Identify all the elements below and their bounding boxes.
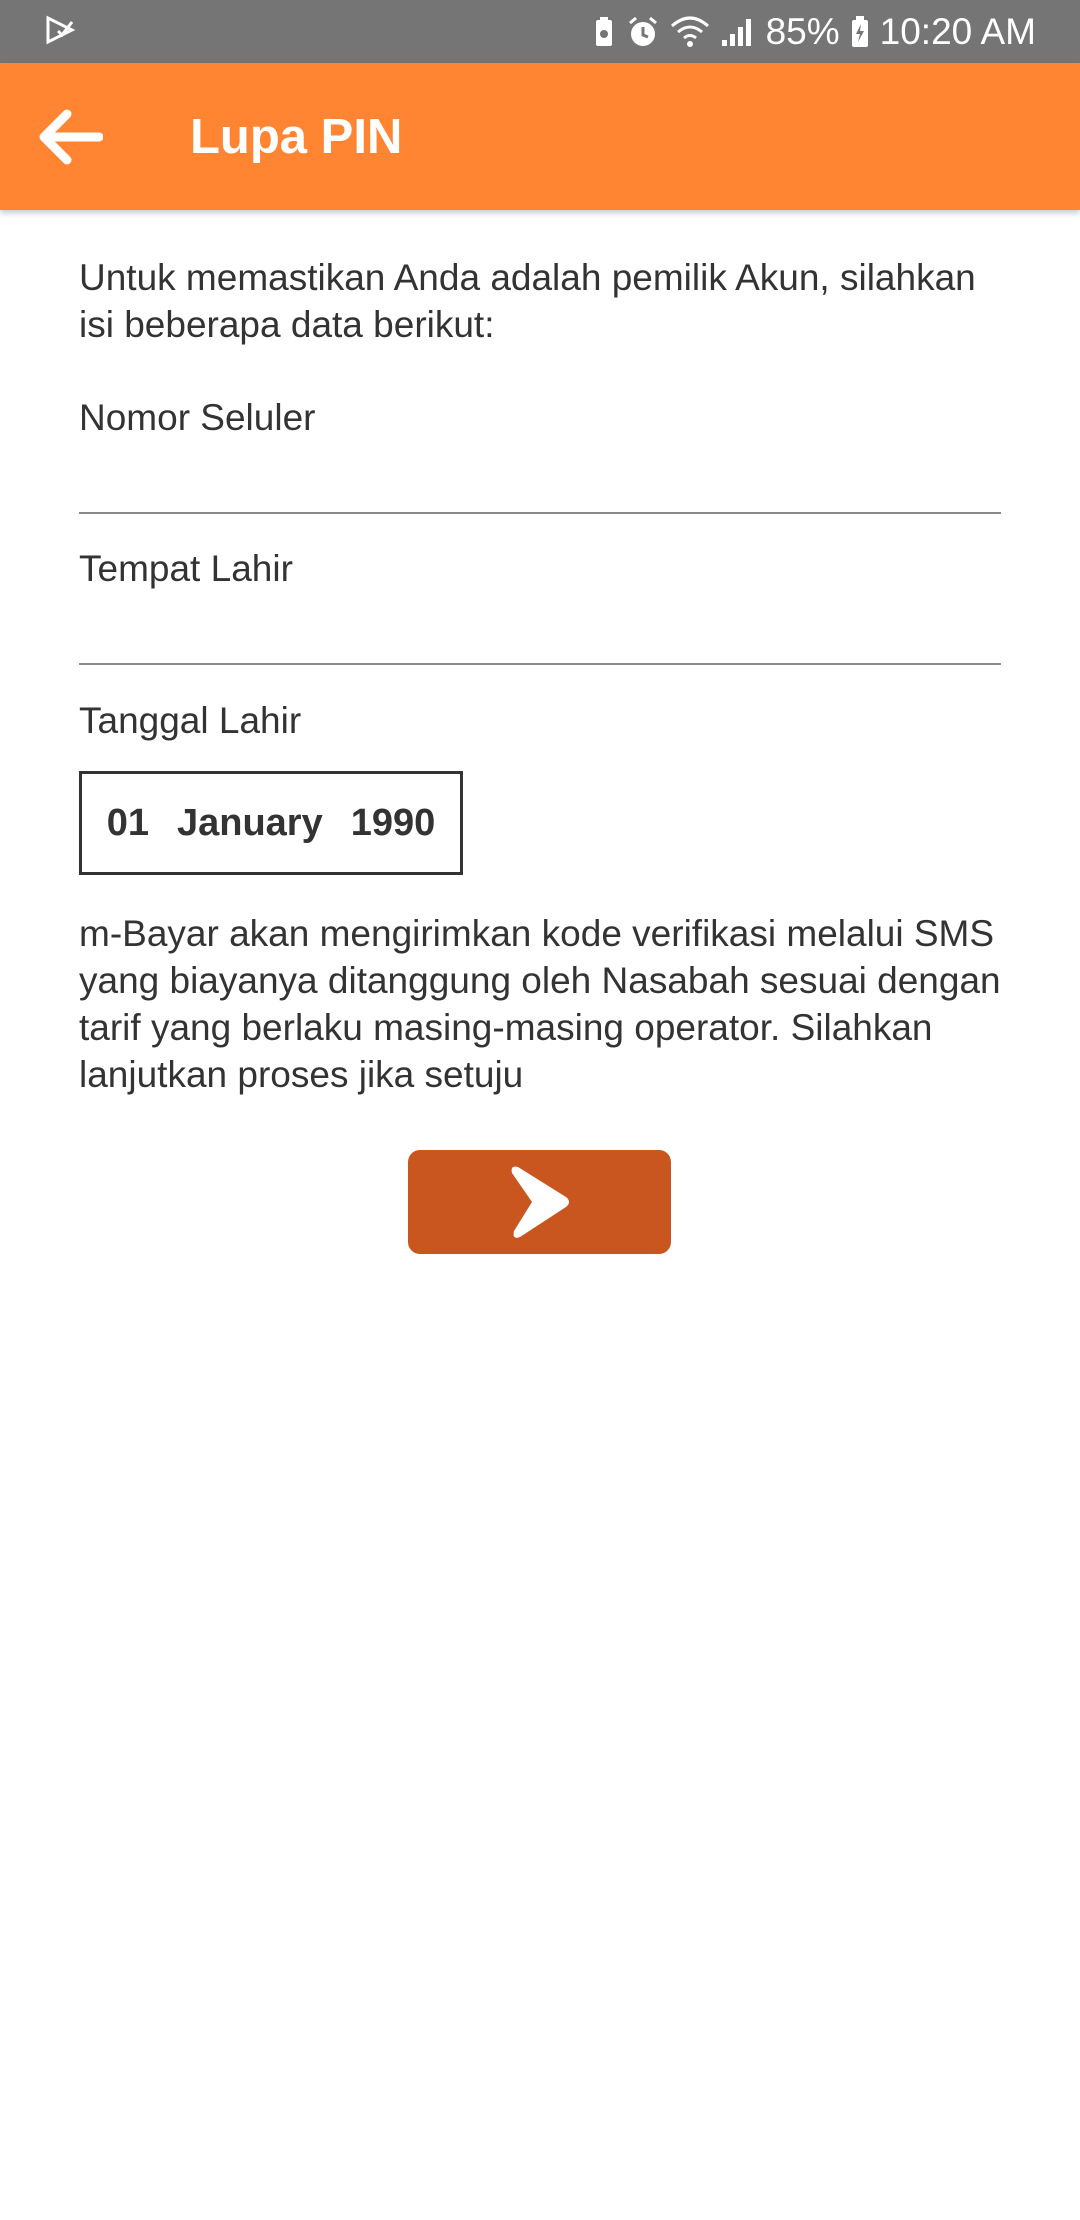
phone-input[interactable] [79,458,1001,514]
battery-charging-icon [851,15,868,47]
page-title: Lupa PIN [190,110,403,164]
back-button[interactable] [30,101,110,173]
intro-text: Untuk memastikan Anda adalah pemilik Aku… [79,257,976,345]
birthdate-day: 01 [106,801,149,844]
birthplace-label: Tempat Lahir [79,548,293,589]
battery-saver-icon [595,16,612,46]
sms-notice-text: m-Bayar akan mengirimkan kode verifikasi… [79,913,1001,1095]
battery-percent: 85% [765,10,840,52]
birthdate-label: Tanggal Lahir [79,700,302,741]
birthplace-input[interactable] [79,609,1001,665]
app-bar: Lupa PIN [0,63,1080,210]
phone-label: Nomor Seluler [79,397,316,438]
birthdate-year: 1990 [350,801,436,844]
birthdate-month: January [176,801,323,844]
signal-icon [721,18,751,46]
status-time: 10:20 AM [879,10,1036,52]
alarm-icon [628,16,657,46]
chevron-right-icon [511,1166,569,1238]
status-icons: 85% 10:20 AM [592,0,1036,63]
next-button[interactable] [408,1150,671,1254]
notification-check-icon [46,15,76,45]
wifi-icon [670,16,709,47]
status-bar: 85% 10:20 AM [0,0,1080,63]
birthdate-picker[interactable]: 01 January 1990 [79,771,463,875]
arrow-left-icon [39,109,103,165]
